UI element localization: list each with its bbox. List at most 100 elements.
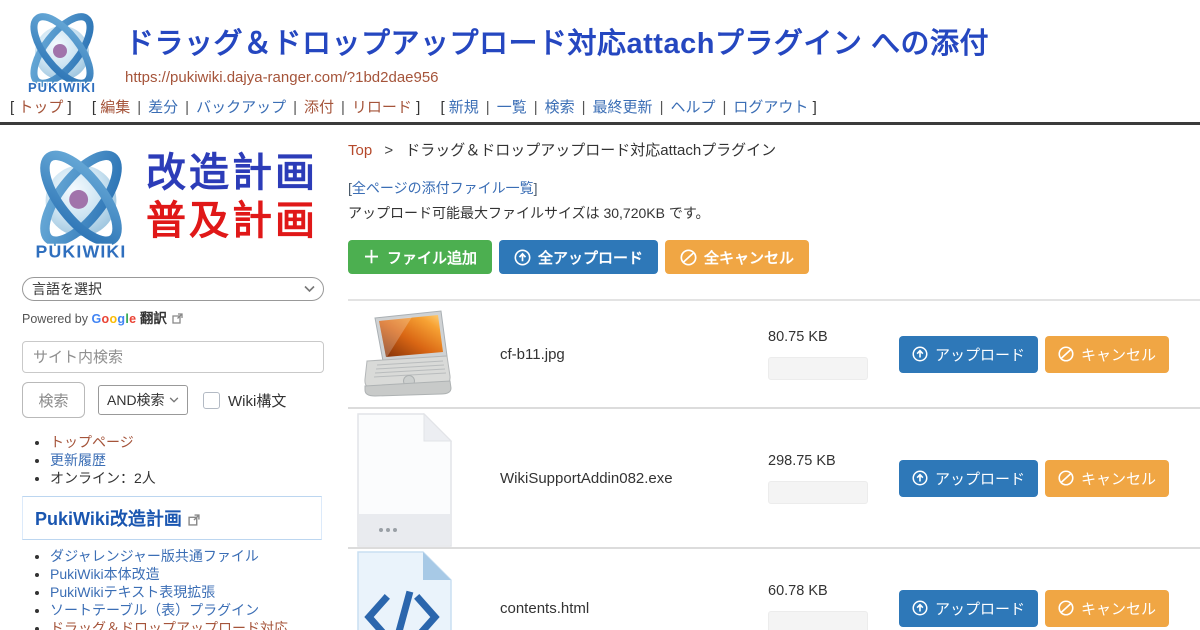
file-row-actions: アップロード キャンセル <box>899 590 1169 627</box>
atom-logo-icon: PUKIWIKI <box>12 6 112 98</box>
plus-icon: ＋ <box>363 249 380 266</box>
separator: | <box>486 99 490 116</box>
list-item: ソートテーブル（表）プラグイン <box>50 603 326 618</box>
pukiwiki-logo[interactable]: PUKIWIKI <box>12 6 112 103</box>
upload-all-label: 全アップロード <box>538 247 643 268</box>
sidebar-quick-list: トップページ 更新履歴 オンライン：2人 <box>50 435 326 486</box>
list-item: PukiWikiテキスト表現拡張 <box>50 585 326 600</box>
translate-label[interactable]: 翻訳 <box>140 311 167 326</box>
file-size: 80.75 KB <box>768 329 884 345</box>
search-mode-value: AND検索 <box>107 392 165 408</box>
separator: | <box>185 99 189 116</box>
sidebar-banner[interactable]: PUKIWIKI 改造計画 普及計画 <box>22 139 326 271</box>
ban-icon <box>680 249 697 266</box>
sidebar-section-heading: PukiWiki改造計画 <box>22 496 322 540</box>
cancel-button[interactable]: キャンセル <box>1045 336 1169 373</box>
breadcrumb-separator: > <box>384 142 393 159</box>
search-mode-select[interactable]: AND検索 <box>98 385 188 415</box>
nav-item-recent[interactable]: 最終更新 <box>593 99 653 116</box>
upload-circle-icon <box>912 346 928 362</box>
separator: | <box>293 99 297 116</box>
header: PUKIWIKI ドラッグ＆ドロップアップロード対応attachプラグイン への… <box>0 0 1200 125</box>
separator: | <box>582 99 586 116</box>
file-name: contents.html <box>500 600 762 617</box>
list-item: ダジャレンジャー版共通ファイル <box>50 549 326 564</box>
external-link-icon <box>188 514 200 526</box>
bracket: ] <box>813 99 817 116</box>
separator: | <box>722 99 726 116</box>
attach-list-line: [全ページの添付ファイル一覧] <box>348 178 1200 198</box>
sidebar-item-toppage[interactable]: トップページ <box>50 434 134 450</box>
file-name: WikiSupportAddin082.exe <box>500 470 762 487</box>
cancel-button[interactable]: キャンセル <box>1045 590 1169 627</box>
breadcrumb-top-link[interactable]: Top <box>348 142 372 159</box>
nav-item-reload[interactable]: リロード <box>352 99 412 116</box>
cancel-button[interactable]: キャンセル <box>1045 460 1169 497</box>
separator: | <box>534 99 538 116</box>
nav-group-page: [ 編集|差分|バックアップ|添付|リロード ] <box>92 99 425 116</box>
list-item: トップページ <box>50 435 326 450</box>
pukiwiki-attach-page: PUKIWIKI ドラッグ＆ドロップアップロード対応attachプラグイン への… <box>0 0 1200 630</box>
upload-label: アップロード <box>935 598 1025 619</box>
separator: | <box>660 99 664 116</box>
ban-icon <box>1058 346 1074 362</box>
file-row: cf-b11.jpg 80.75 KB アップロード <box>348 301 1200 409</box>
file-size-cell: 298.75 KB <box>762 453 884 504</box>
sidebar-links-list: ダジャレンジャー版共通ファイル PukiWiki本体改造 PukiWikiテキス… <box>50 549 326 630</box>
upload-circle-icon <box>514 249 531 266</box>
upload-progress-bar <box>768 481 868 504</box>
nav-item-diff[interactable]: 差分 <box>148 99 178 116</box>
list-item: 更新履歴 <box>50 453 326 468</box>
list-item: オンライン：2人 <box>50 471 326 486</box>
nav-item-new[interactable]: 新規 <box>449 99 479 116</box>
wiki-syntax-checkbox[interactable] <box>203 392 220 409</box>
upload-circle-icon <box>912 600 928 616</box>
language-select[interactable]: 言語を選択 <box>22 277 324 301</box>
upload-circle-icon <box>912 470 928 486</box>
nav-item-attach[interactable]: 添付 <box>304 99 334 116</box>
top-navigation: [ トップ ] [ 編集|差分|バックアップ|添付|リロード ] [ 新規|一覧… <box>10 96 1200 117</box>
banner-slogan: 改造計画 普及計画 <box>146 149 318 245</box>
sidebar: PUKIWIKI 改造計画 普及計画 言語を選択 Powered by Goog… <box>0 125 332 630</box>
nav-item-list[interactable]: 一覧 <box>497 99 527 116</box>
nav-item-logout[interactable]: ログアウト <box>733 99 808 116</box>
file-size-cell: 60.78 KB <box>762 583 884 630</box>
upload-all-button[interactable]: 全アップロード <box>499 240 658 274</box>
sidebar-item-text-ext[interactable]: PukiWikiテキスト表現拡張 <box>50 584 215 600</box>
sidebar-item-dnd-attach[interactable]: ドラッグ＆ドロップアップロード対応attachプラグイン <box>50 620 288 630</box>
add-files-label: ファイル追加 <box>387 247 477 268</box>
sidebar-item-common-files[interactable]: ダジャレンジャー版共通ファイル <box>50 548 259 564</box>
ban-icon <box>1058 470 1074 486</box>
upload-button[interactable]: アップロード <box>899 590 1038 627</box>
file-thumbnail-cell <box>348 308 500 400</box>
code-file-icon <box>357 551 452 630</box>
upload-button[interactable]: アップロード <box>899 336 1038 373</box>
nav-item-search[interactable]: 検索 <box>545 99 575 116</box>
add-files-button[interactable]: ＋ ファイル追加 <box>348 240 492 274</box>
all-pages-attach-link[interactable]: 全ページの添付ファイル一覧 <box>352 180 534 196</box>
nav-item-help[interactable]: ヘルプ <box>670 99 715 116</box>
svg-text:PUKIWIKI: PUKIWIKI <box>35 241 126 261</box>
translate-credit: Powered by Google 翻訳 <box>22 307 326 327</box>
file-thumbnail-cell <box>348 410 500 547</box>
sidebar-item-sort-table[interactable]: ソートテーブル（表）プラグイン <box>50 602 259 618</box>
upload-toolbar: ＋ ファイル追加 全アップロード 全キャンセル <box>348 240 1200 274</box>
banner-line-fukyu: 普及計画 <box>146 197 318 245</box>
list-item: PukiWiki本体改造 <box>50 567 326 582</box>
sidebar-item-core-mod[interactable]: PukiWiki本体改造 <box>50 566 160 582</box>
upload-button[interactable]: アップロード <box>899 460 1038 497</box>
page-url-link[interactable]: https://pukiwiki.dajya-ranger.com/?1bd2d… <box>125 69 439 86</box>
google-logo: Google <box>92 312 137 326</box>
nav-item-backup[interactable]: バックアップ <box>196 99 286 116</box>
language-select-value: 言語を選択 <box>32 281 102 297</box>
site-search-input[interactable] <box>22 341 324 373</box>
bracket: [ <box>440 99 444 116</box>
upload-progress-bar <box>768 357 868 380</box>
cancel-all-button[interactable]: 全キャンセル <box>665 240 809 274</box>
cancel-label: キャンセル <box>1081 468 1156 489</box>
sidebar-item-recent-changes[interactable]: 更新履歴 <box>50 452 106 468</box>
search-button[interactable]: 検索 <box>22 382 85 418</box>
file-size: 60.78 KB <box>768 583 884 599</box>
pukiwiki-kaizo-link[interactable]: PukiWiki改造計画 <box>35 509 182 529</box>
file-name: cf-b11.jpg <box>500 346 762 363</box>
